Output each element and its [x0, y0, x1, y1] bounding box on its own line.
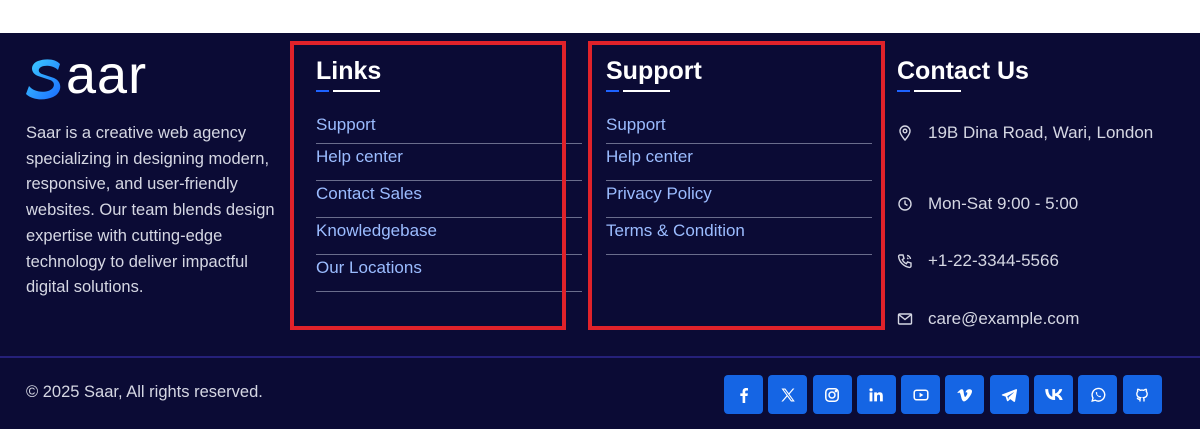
whatsapp-icon — [1091, 387, 1106, 402]
top-panel — [0, 0, 1192, 33]
whatsapp-button[interactable] — [1078, 375, 1118, 414]
site-footer: aar Saar is a creative web agency specia… — [0, 33, 1200, 429]
highlight-box-links — [290, 41, 566, 330]
github-button[interactable] — [1122, 375, 1162, 414]
top-strip — [0, 0, 1200, 33]
social-links — [724, 375, 1162, 414]
contact-hours: Mon-Sat 9:00 - 5:00 — [897, 175, 1187, 233]
logo[interactable]: aar — [26, 48, 276, 105]
logo-s-mark-icon — [26, 59, 61, 100]
x-button[interactable] — [768, 375, 808, 414]
instagram-icon — [825, 387, 840, 402]
github-icon — [1136, 388, 1149, 401]
contact-text: Mon-Sat 9:00 - 5:00 — [928, 193, 1079, 213]
x-icon — [781, 388, 795, 401]
contact-title: Contact Us — [897, 57, 1029, 85]
mail-icon — [897, 311, 913, 327]
contact-list: 19B Dina Road, Wari, London Mon-Sat 9:00… — [897, 118, 1187, 348]
contact-column: Contact Us 19B Dina Road, Wari, London M… — [897, 57, 1187, 348]
linkedin-button[interactable] — [856, 375, 896, 414]
youtube-button[interactable] — [901, 375, 941, 414]
contact-phone: +1-22-3344-5566 — [897, 233, 1187, 291]
title-underline — [897, 90, 961, 92]
linkedin-icon — [869, 387, 884, 401]
vimeo-icon — [957, 388, 972, 401]
contact-email: care@example.com — [897, 290, 1187, 348]
instagram-button[interactable] — [812, 375, 852, 414]
contact-text[interactable]: +1-22-3344-5566 — [928, 251, 1059, 271]
telegram-icon — [1002, 388, 1018, 402]
phone-icon — [897, 253, 913, 269]
contact-address: 19B Dina Road, Wari, London — [897, 118, 1187, 148]
copyright-text: © 2025 Saar, All rights reserved. — [26, 383, 263, 401]
location-pin-icon — [897, 125, 913, 141]
footer-divider — [0, 356, 1200, 358]
highlight-box-support — [588, 41, 885, 330]
contact-text[interactable]: care@example.com — [928, 309, 1079, 329]
contact-text: 19B Dina Road, Wari, London — [928, 123, 1154, 142]
facebook-button[interactable] — [724, 375, 763, 414]
vimeo-button[interactable] — [945, 375, 985, 414]
about-text: Saar is a creative web agency specializi… — [26, 124, 275, 297]
logo-wordmark: aar — [66, 45, 148, 105]
youtube-icon — [913, 388, 929, 401]
vk-button[interactable] — [1034, 375, 1074, 414]
clock-icon — [897, 196, 913, 212]
vk-icon — [1044, 388, 1063, 400]
brand-block: aar Saar is a creative web agency specia… — [26, 48, 276, 301]
telegram-button[interactable] — [989, 375, 1029, 414]
facebook-icon — [739, 387, 748, 403]
